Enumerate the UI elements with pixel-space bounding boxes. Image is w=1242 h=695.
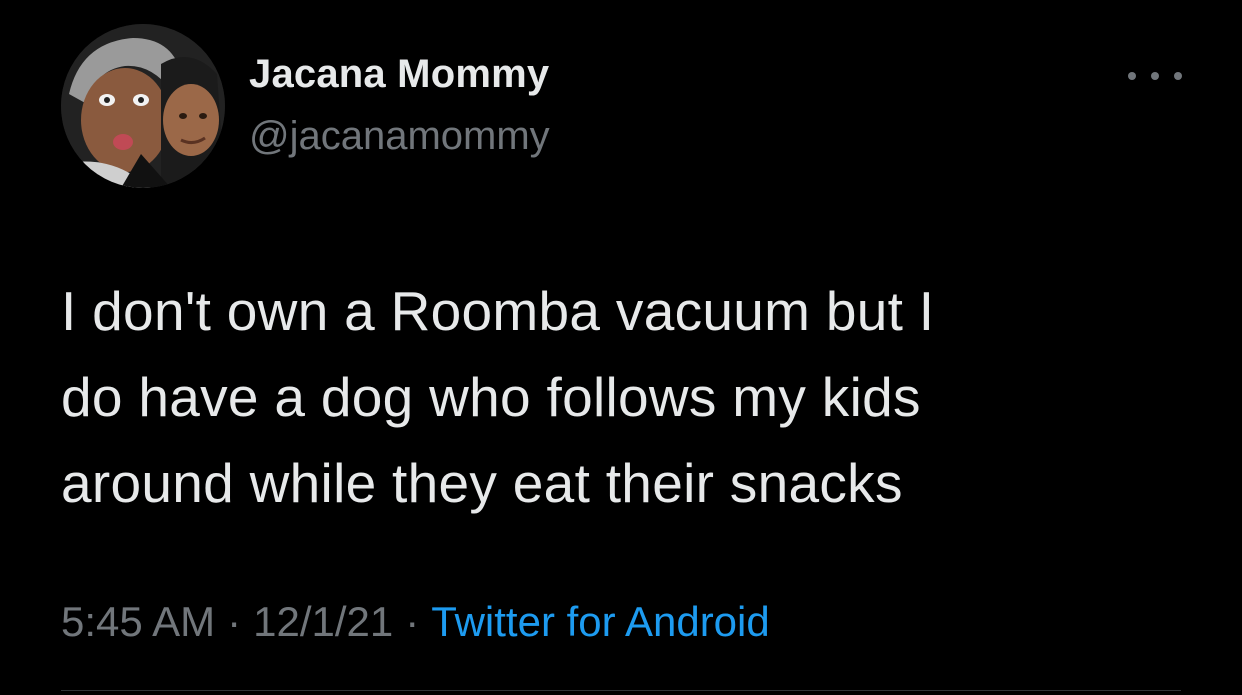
tweet-date[interactable]: 12/1/21 xyxy=(253,598,393,645)
more-dot xyxy=(1174,72,1182,80)
more-options-icon[interactable] xyxy=(1128,64,1182,88)
tweet-meta: 5:45 AM · 12/1/21 · Twitter for Android xyxy=(61,598,770,646)
tweet-text-line: around while they eat their snacks xyxy=(61,452,903,514)
user-handle[interactable]: @jacanamommy xyxy=(249,114,550,159)
tweet-card: Jacana Mommy @jacanamommy I don't own a … xyxy=(0,0,1242,695)
tweet-time[interactable]: 5:45 AM xyxy=(61,598,215,645)
display-name[interactable]: Jacana Mommy xyxy=(249,52,549,97)
tweet-text: I don't own a Roomba vacuum but I do hav… xyxy=(61,268,1181,526)
divider xyxy=(61,690,1181,691)
avatar[interactable] xyxy=(61,24,225,188)
more-dot xyxy=(1151,72,1159,80)
tweet-source-link[interactable]: Twitter for Android xyxy=(431,598,769,645)
meta-separator: · xyxy=(227,598,242,645)
meta-separator: · xyxy=(405,598,420,645)
profile-photo-icon xyxy=(61,24,225,188)
tweet-text-line: do have a dog who follows my kids xyxy=(61,366,921,428)
tweet-text-line: I don't own a Roomba vacuum but I xyxy=(61,280,935,342)
more-dot xyxy=(1128,72,1136,80)
